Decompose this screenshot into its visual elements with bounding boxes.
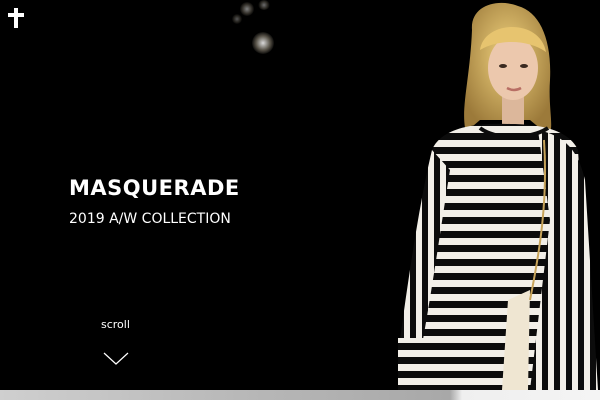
stage-light	[258, 0, 270, 10]
chevron-down-icon[interactable]	[103, 352, 129, 366]
hero-banner: MASQUERADE 2019 A/W COLLECTION scroll	[0, 0, 600, 390]
stage-light	[232, 14, 242, 24]
collection-subtitle: 2019 A/W COLLECTION	[69, 211, 231, 227]
stage-light	[240, 2, 254, 16]
model-photo	[398, 2, 598, 390]
next-section-preview	[0, 390, 600, 400]
stage-light	[252, 32, 274, 54]
collection-title: MASQUERADE	[69, 176, 240, 200]
scroll-label[interactable]: scroll	[101, 318, 130, 331]
cross-icon[interactable]	[8, 8, 24, 28]
